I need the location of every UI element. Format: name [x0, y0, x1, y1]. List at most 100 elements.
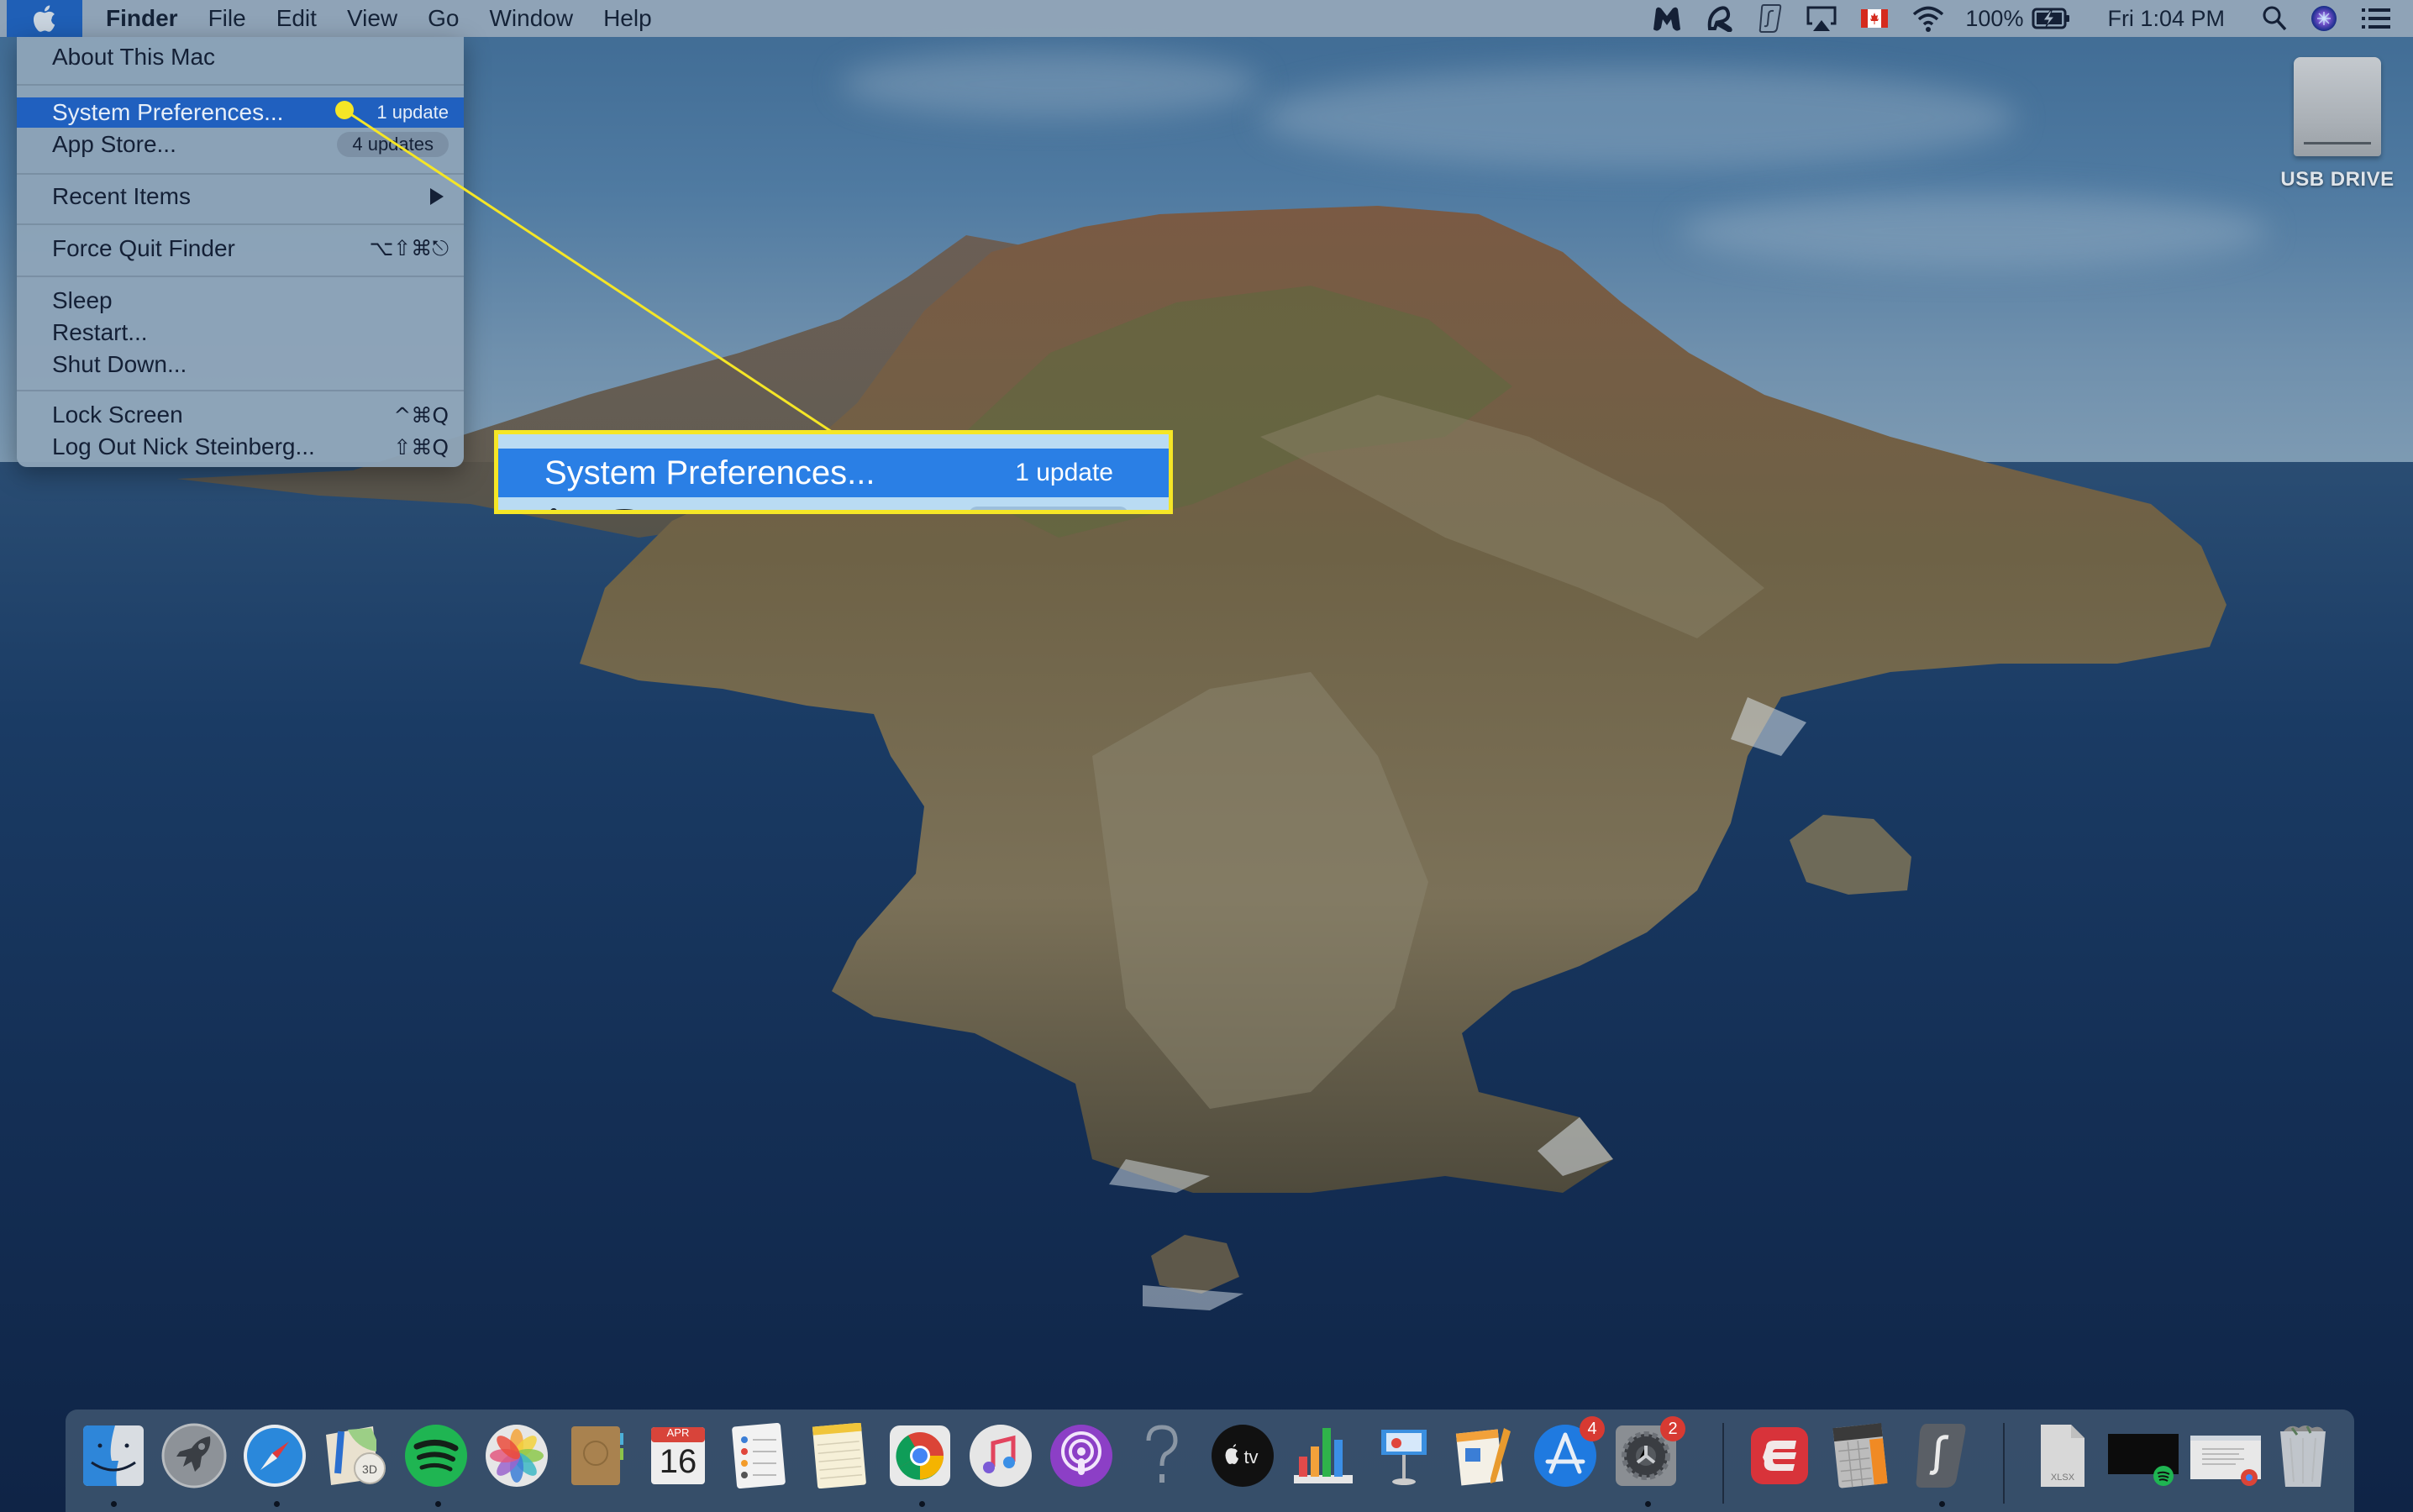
callout-label: System Preferences... — [544, 454, 875, 491]
surfshark-icon[interactable] — [1747, 0, 1794, 37]
dock-keynote[interactable] — [1369, 1421, 1438, 1490]
menu-help[interactable]: Help — [588, 0, 667, 37]
airplay-icon[interactable] — [1794, 0, 1849, 37]
app-store-notification-badge: 4 — [1580, 1416, 1605, 1441]
apple-tv-label: tv — [1243, 1446, 1258, 1467]
safari-compass-icon — [244, 1425, 306, 1487]
menu-item-sleep[interactable]: Sleep — [17, 286, 464, 316]
menu-item-recent-items[interactable]: Recent Items — [17, 181, 464, 212]
keynote-podium-icon — [1381, 1430, 1427, 1485]
chrome-window-thumbnail — [2190, 1436, 2261, 1486]
maps-icon: 3D — [326, 1426, 386, 1485]
submenu-arrow-icon — [430, 188, 444, 205]
menu-item-force-quit[interactable]: Force Quit Finder ⌥⇧⌘⎋ — [17, 234, 464, 264]
avira-icon[interactable] — [1695, 0, 1747, 37]
dock-launchpad[interactable] — [160, 1421, 229, 1490]
menu-item-label: Restart... — [52, 319, 148, 345]
wifi-icon[interactable] — [1900, 0, 1957, 37]
dock-photos[interactable] — [482, 1421, 551, 1490]
system-preferences-notification-badge: 2 — [1660, 1416, 1685, 1441]
dock-xlsx-document[interactable]: XLSX — [2028, 1421, 2097, 1490]
reminders-list-icon — [732, 1423, 786, 1488]
trash-can-full-icon — [2280, 1425, 2326, 1487]
dock-podcasts[interactable] — [1047, 1421, 1116, 1490]
dock-maps[interactable]: 3D — [321, 1421, 390, 1490]
calculator-icon — [1832, 1423, 1888, 1488]
battery-charging-icon[interactable] — [2032, 0, 2082, 37]
menu-bar: Finder File Edit View Go Window Help 100… — [0, 0, 2413, 37]
xlsx-file-icon: XLSX — [2041, 1425, 2084, 1487]
menu-file[interactable]: File — [193, 0, 261, 37]
dock-system-preferences[interactable]: 2 — [1611, 1416, 1685, 1490]
menu-window[interactable]: Window — [474, 0, 588, 37]
dock-finder[interactable] — [79, 1421, 148, 1490]
menu-separator — [17, 276, 464, 277]
usb-drive-label: USB DRIVE — [2280, 168, 2395, 191]
dock-unknown-app[interactable] — [1128, 1421, 1196, 1490]
menu-edit[interactable]: Edit — [261, 0, 332, 37]
menu-item-app-store[interactable]: App Store... 4 updates — [17, 129, 464, 160]
callout-magnified-box: System Preferences... 1 update — [494, 430, 1173, 514]
canada-flag-icon[interactable] — [1849, 0, 1900, 37]
dock-numbers[interactable] — [1289, 1421, 1358, 1490]
dock-chrome-window[interactable] — [2188, 1421, 2263, 1490]
menu-item-label: Sleep — [52, 287, 113, 313]
pages-document-icon — [1455, 1428, 1511, 1486]
menu-separator — [17, 173, 464, 175]
spotlight-search-icon[interactable] — [2250, 0, 2299, 37]
update-badge: 1 update — [376, 102, 449, 123]
numbers-chart-icon — [1294, 1428, 1353, 1483]
menu-finder[interactable]: Finder — [91, 0, 193, 37]
dock-spotify-window[interactable] — [2105, 1421, 2181, 1490]
menu-item-lock-screen[interactable]: Lock Screen ^⌘Q — [17, 400, 464, 430]
callout-next-row-peek — [498, 500, 1169, 510]
menu-bar-clock[interactable]: Fri 1:04 PM — [2082, 0, 2250, 37]
calendar-day: 16 — [659, 1443, 697, 1480]
usb-drive-desktop-icon[interactable]: USB DRIVE — [2279, 57, 2396, 208]
menu-item-label: Shut Down... — [52, 351, 187, 377]
menu-view[interactable]: View — [332, 0, 413, 37]
menu-go[interactable]: Go — [413, 0, 474, 37]
dock-chrome[interactable] — [886, 1421, 954, 1490]
menu-item-system-preferences[interactable]: System Preferences... 1 update — [17, 97, 464, 128]
menu-separator — [17, 390, 464, 391]
photos-flower-icon — [486, 1425, 548, 1487]
dock-notes[interactable] — [805, 1421, 874, 1490]
surfshark-icon — [1916, 1424, 1966, 1488]
dock-safari[interactable] — [240, 1421, 309, 1490]
menu-item-shut-down[interactable]: Shut Down... — [17, 349, 464, 380]
dock-apple-tv[interactable]: tv — [1208, 1421, 1277, 1490]
contacts-book-icon — [571, 1426, 623, 1485]
dock-contacts[interactable] — [563, 1421, 632, 1490]
dock-calculator[interactable] — [1826, 1421, 1895, 1490]
menu-separator — [17, 223, 464, 225]
menu-item-label: About This Mac — [52, 44, 216, 70]
dock-pages[interactable] — [1450, 1421, 1519, 1490]
question-mark-icon — [1146, 1425, 1178, 1483]
apple-menu-dropdown: About This Mac System Preferences... 1 u… — [17, 37, 464, 467]
menu-item-log-out[interactable]: Log Out Nick Steinberg... ⇧⌘Q — [17, 432, 464, 462]
dock-reminders[interactable] — [724, 1421, 793, 1490]
svg-text:3D: 3D — [362, 1462, 377, 1476]
dock-itunes[interactable] — [966, 1421, 1035, 1490]
itunes-music-note-icon — [970, 1425, 1032, 1487]
notification-center-icon[interactable] — [2349, 0, 2413, 37]
calendar-month: APR — [666, 1426, 690, 1439]
dock-calendar[interactable]: APR 16 — [644, 1421, 712, 1490]
dock-expressvpn[interactable] — [1745, 1421, 1814, 1490]
apple-menu-button[interactable] — [7, 0, 82, 37]
menu-item-about-this-mac[interactable]: About This Mac — [17, 42, 464, 72]
dock-trash[interactable] — [2268, 1421, 2337, 1490]
dock-surfshark[interactable] — [1906, 1421, 1975, 1490]
malwarebytes-icon[interactable] — [1639, 0, 1695, 37]
update-badge-text: 4 updates — [337, 132, 449, 157]
menu-item-restart[interactable]: Restart... — [17, 318, 464, 348]
battery-percentage: 100% — [1965, 6, 2024, 31]
siri-icon[interactable] — [2299, 0, 2349, 37]
running-indicator — [274, 1501, 280, 1507]
dock-spotify[interactable] — [402, 1421, 471, 1490]
expressvpn-icon — [1751, 1427, 1808, 1484]
menu-item-label: Recent Items — [52, 183, 191, 209]
dock-app-store[interactable]: 4 — [1531, 1416, 1605, 1490]
callout-system-preferences-row: System Preferences... 1 update — [498, 449, 1169, 497]
